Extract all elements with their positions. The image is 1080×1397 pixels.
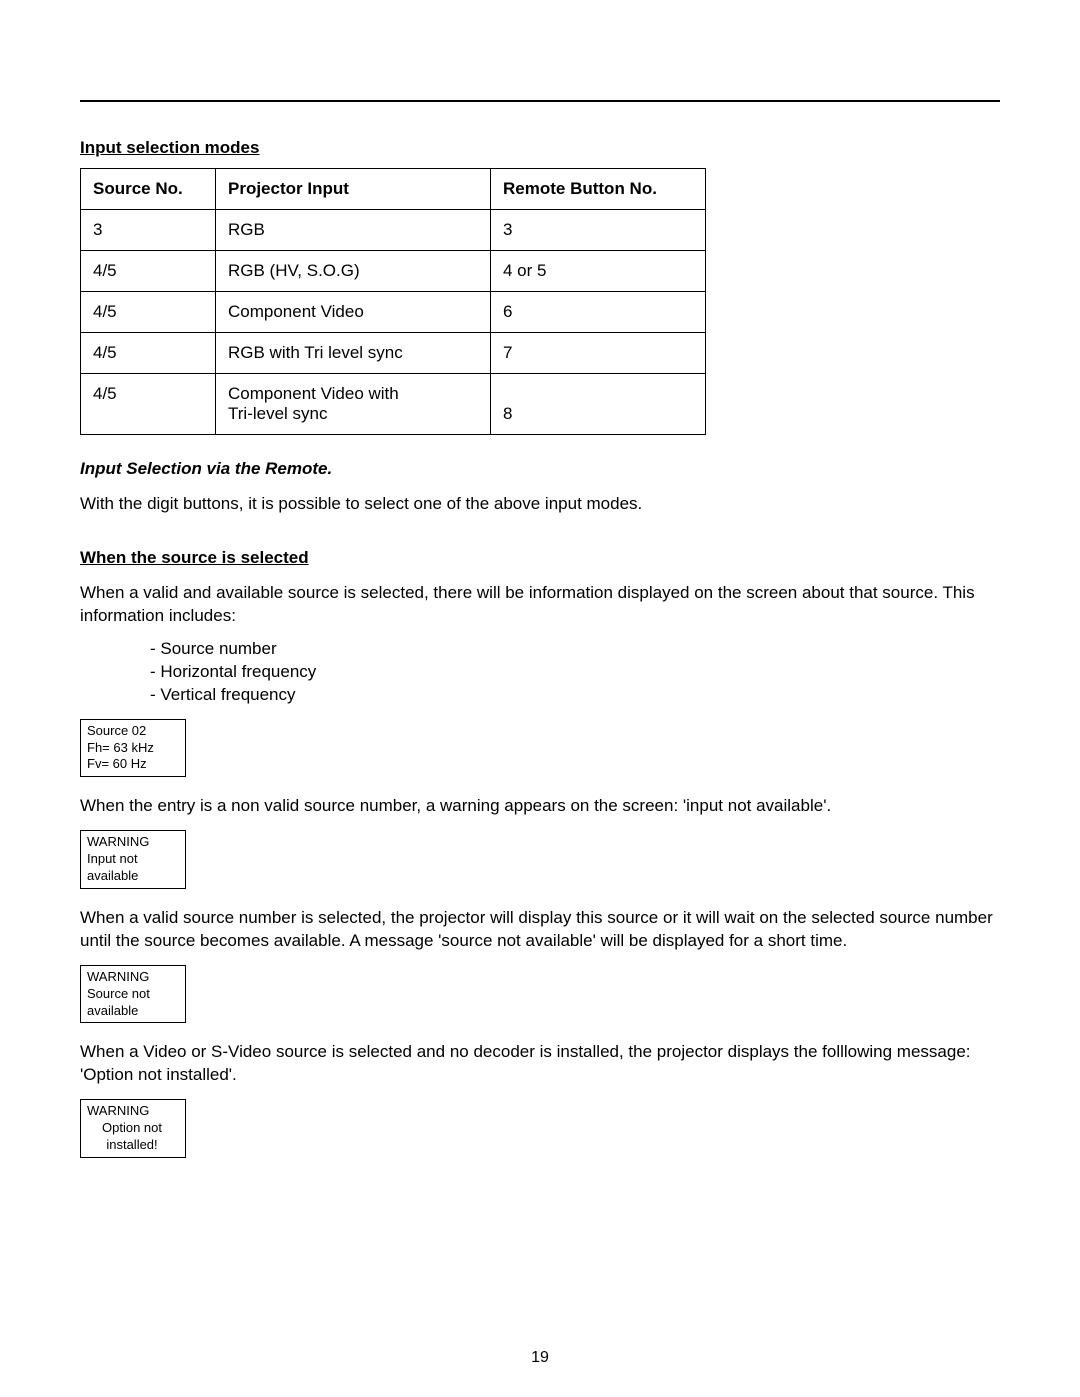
para-non-valid: When the entry is a non valid source num… (80, 795, 1000, 818)
osd-line: Input not (87, 851, 177, 868)
para-digit-buttons: With the digit buttons, it is possible t… (80, 493, 1000, 516)
osd-line: Fv= 60 Hz (87, 756, 177, 773)
table-row: 4/5 RGB (HV, S.O.G) 4 or 5 (81, 251, 706, 292)
cell: 4/5 (81, 251, 216, 292)
cell: 6 (491, 292, 706, 333)
osd-line: WARNING (87, 1103, 177, 1120)
info-list: - Source number - Horizontal frequency -… (150, 638, 1000, 707)
table-row: 4/5 RGB with Tri level sync 7 (81, 333, 706, 374)
osd-box-source-not-available: WARNING Source not available (80, 965, 186, 1024)
cell: 4/5 (81, 292, 216, 333)
cell: 8 (491, 374, 706, 435)
cell: 7 (491, 333, 706, 374)
cell: 3 (81, 210, 216, 251)
cell: 3 (491, 210, 706, 251)
cell: 4/5 (81, 374, 216, 435)
list-item: - Source number (150, 638, 1000, 661)
th-source-no: Source No. (81, 169, 216, 210)
table-row: 4/5 Component Video withTri-level sync 8 (81, 374, 706, 435)
page-number: 19 (0, 1349, 1080, 1367)
cell: Component Video withTri-level sync (216, 374, 491, 435)
list-item: - Horizontal frequency (150, 661, 1000, 684)
para-wait-source: When a valid source number is selected, … (80, 907, 1000, 953)
osd-box-input-not-available: WARNING Input not available (80, 830, 186, 889)
osd-line: Source not (87, 986, 177, 1003)
osd-box-source-info: Source 02 Fh= 63 kHz Fv= 60 Hz (80, 719, 186, 778)
osd-line: WARNING (87, 969, 177, 986)
cell: RGB (216, 210, 491, 251)
osd-line: WARNING (87, 834, 177, 851)
cell: RGB (HV, S.O.G) (216, 251, 491, 292)
th-remote-button-no: Remote Button No. (491, 169, 706, 210)
para-option-not-installed: When a Video or S-Video source is select… (80, 1041, 1000, 1087)
para-valid-source-info: When a valid and available source is sel… (80, 582, 1000, 628)
page: Input selection modes Source No. Project… (0, 0, 1080, 1397)
osd-line: Source 02 (87, 723, 177, 740)
heading-when-selected: When the source is selected (80, 548, 1000, 568)
heading-input-modes: Input selection modes (80, 138, 1000, 158)
cell: RGB with Tri level sync (216, 333, 491, 374)
cell: 4 or 5 (491, 251, 706, 292)
rule-top (80, 100, 1000, 102)
table-input-modes: Source No. Projector Input Remote Button… (80, 168, 706, 435)
osd-line: available (87, 868, 177, 885)
cell: Component Video (216, 292, 491, 333)
list-item: - Vertical frequency (150, 684, 1000, 707)
osd-line: available (87, 1003, 177, 1020)
table-header-row: Source No. Projector Input Remote Button… (81, 169, 706, 210)
osd-line: installed! (87, 1137, 177, 1154)
osd-line: Option not (87, 1120, 177, 1137)
osd-box-option-not-installed: WARNING Option not installed! (80, 1099, 186, 1158)
table-row: 4/5 Component Video 6 (81, 292, 706, 333)
th-projector-input: Projector Input (216, 169, 491, 210)
table-row: 3 RGB 3 (81, 210, 706, 251)
cell: 4/5 (81, 333, 216, 374)
heading-via-remote: Input Selection via the Remote. (80, 459, 1000, 479)
osd-line: Fh= 63 kHz (87, 740, 177, 757)
